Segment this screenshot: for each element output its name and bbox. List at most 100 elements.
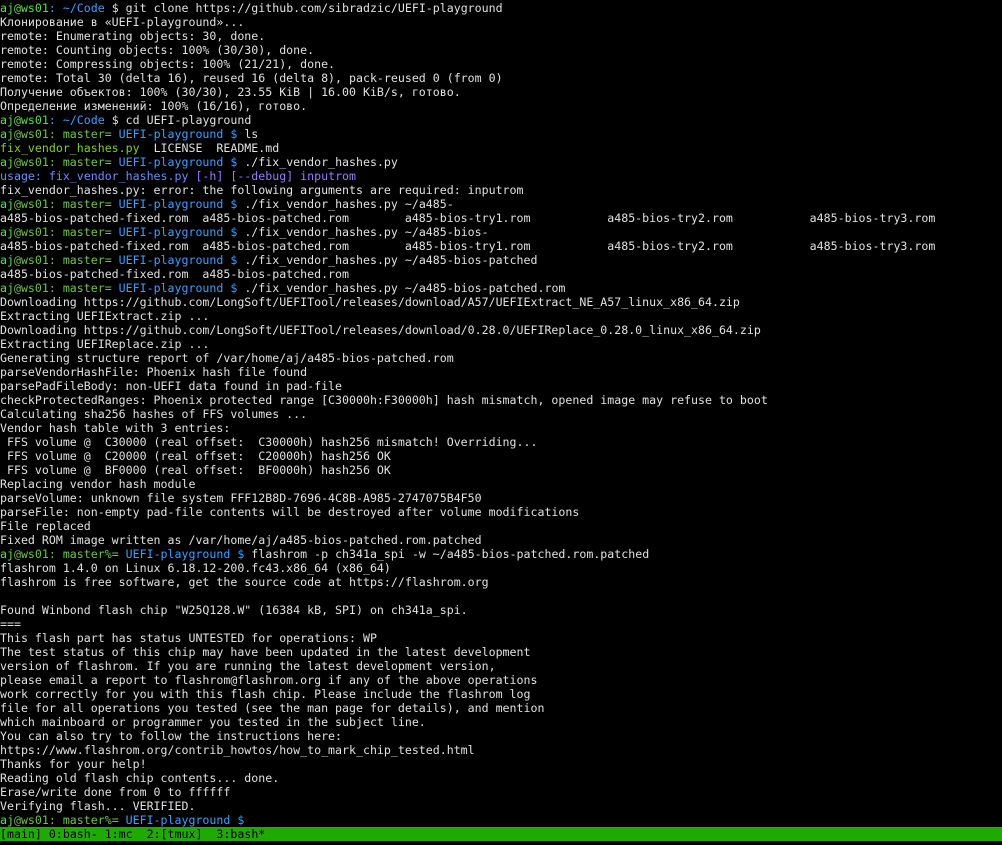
terminal-text-segment: usage: fix_vendor_hashes.py (0, 169, 196, 183)
terminal-line: aj@ws01: master%= UEFI-playground $ (0, 813, 1002, 827)
terminal-text-segment: @ws01: master= (13, 281, 119, 295)
terminal-text-segment: work correctly for you with this flash c… (0, 687, 531, 701)
terminal-line: Replacing vendor hash module (0, 477, 1002, 491)
terminal-text-segment: Extracting UEFIExtract.zip ... (0, 309, 210, 323)
terminal-line: fix_vendor_hashes.py LICENSE README.md (0, 141, 1002, 155)
terminal-text-segment: parseVolume: unknown file system FFF12B8… (0, 491, 482, 505)
terminal-line: flashrom is free software, get the sourc… (0, 575, 1002, 589)
terminal-line: parseVolume: unknown file system FFF12B8… (0, 491, 1002, 505)
terminal-text-segment: please email a report to flashrom@flashr… (0, 673, 538, 687)
terminal-text-segment: @ws01: master= (13, 127, 119, 141)
terminal-text-segment: Extracting UEFIReplace.zip ... (0, 337, 210, 351)
terminal-text-segment: aj (0, 225, 14, 239)
terminal-text-segment: flashrom -p ch341a_spi -w ~/a485-bios-pa… (244, 547, 650, 561)
terminal-text-segment: Vendor hash table with 3 entries: (0, 421, 231, 435)
terminal-line: remote: Total 30 (delta 16), reused 16 (… (0, 71, 1002, 85)
terminal-line: You can also try to follow the instructi… (0, 729, 1002, 743)
terminal-text-segment: Downloading https://github.com/LongSoft/… (0, 295, 740, 309)
terminal-line: Extracting UEFIReplace.zip ... (0, 337, 1002, 351)
terminal-line: please email a report to flashrom@flashr… (0, 673, 1002, 687)
tmux-window-3[interactable]: 3:bash* (216, 827, 265, 841)
terminal-line: Определение изменений: 100% (16/16), гот… (0, 99, 1002, 113)
terminal-text-segment: which mainboard or programmer you tested… (0, 715, 426, 729)
terminal-line: aj@ws01: master= UEFI-playground $ ./fix… (0, 281, 1002, 295)
terminal-text-segment: Calculating sha256 hashes of FFS volumes… (0, 407, 308, 421)
terminal-text-segment: fix_vendor_hashes.py (0, 141, 140, 155)
terminal-text-segment: parseFile: non-empty pad-file contents w… (0, 505, 580, 519)
terminal-output[interactable]: aj@ws01: ~/Code $ git clone https://gith… (0, 1, 1002, 827)
terminal-text-segment: file for all operations you tested (see … (0, 701, 545, 715)
terminal-line: Found Winbond flash chip "W25Q128.W" (16… (0, 603, 1002, 617)
terminal-text-segment: aj (0, 155, 14, 169)
terminal-text-segment: aj (0, 197, 14, 211)
terminal-line: Reading old flash chip contents... done. (0, 771, 1002, 785)
terminal-line: a485-bios-patched-fixed.rom a485-bios-pa… (0, 211, 1002, 225)
terminal-line: Downloading https://github.com/LongSoft/… (0, 323, 1002, 337)
terminal-line: Клонирование в «UEFI-playground»... (0, 15, 1002, 29)
terminal-text-segment: ./fix_vendor_hashes.py ~/a485-bios-patch… (237, 253, 538, 267)
terminal-line: FFS volume @ BF0000 (real offset: BF0000… (0, 463, 1002, 477)
terminal-text-segment: $ cd UEFI-playground (104, 113, 252, 127)
terminal-line: fix_vendor_hashes.py: error: the followi… (0, 183, 1002, 197)
terminal-line: This flash part has status UNTESTED for … (0, 631, 1002, 645)
terminal-text-segment: UEFI-playground $ (118, 197, 238, 211)
terminal-text-segment: @ws01: master= (13, 253, 119, 267)
terminal-line: Fixed ROM image written as /var/home/aj/… (0, 533, 1002, 547)
terminal-text-segment: parsePadFileBody: non-UEFI data found in… (0, 379, 343, 393)
terminal-line: a485-bios-patched-fixed.rom a485-bios-pa… (0, 239, 1002, 253)
tmux-session-name: [main] (0, 827, 49, 841)
terminal-line: file for all operations you tested (see … (0, 701, 1002, 715)
terminal-line: FFS volume @ C20000 (real offset: C20000… (0, 449, 1002, 463)
terminal-text-segment: UEFI-playground $ (118, 127, 238, 141)
terminal-line: Thanks for your help! (0, 757, 1002, 771)
terminal-text-segment: : ~/Code (48, 1, 105, 15)
terminal-line: aj@ws01: master= UEFI-playground $ ./fix… (0, 155, 1002, 169)
terminal-text-segment: FFS volume @ C30000 (real offset: C30000… (0, 435, 538, 449)
terminal-text-segment: Клонирование в «UEFI-playground»... (0, 15, 245, 29)
terminal-text-segment: ./fix_vendor_hashes.py ~/a485-bios- (237, 225, 489, 239)
terminal-line: https://www.flashrom.org/contrib_howtos/… (0, 743, 1002, 757)
terminal-text-segment: aj (0, 253, 14, 267)
terminal-text-segment: version of flashrom. If you are running … (0, 659, 496, 673)
terminal-line: Calculating sha256 hashes of FFS volumes… (0, 407, 1002, 421)
terminal-line: usage: fix_vendor_hashes.py [-h] [--debu… (0, 169, 1002, 183)
terminal-line: remote: Compressing objects: 100% (21/21… (0, 57, 1002, 71)
terminal-line: which mainboard or programmer you tested… (0, 715, 1002, 729)
tmux-window-1[interactable]: 1:mc (105, 827, 147, 841)
terminal-text-segment: Fixed ROM image written as /var/home/aj/… (0, 533, 482, 547)
terminal-text-segment: remote: Counting objects: 100% (30/30), … (0, 43, 315, 57)
terminal-text-segment: aj (0, 1, 14, 15)
terminal-line: a485-bios-patched-fixed.rom a485-bios-pa… (0, 267, 1002, 281)
terminal-line: File replaced (0, 519, 1002, 533)
terminal-text-segment: This flash part has status UNTESTED for … (0, 631, 377, 645)
terminal-line: aj@ws01: master= UEFI-playground $ ls (0, 127, 1002, 141)
terminal-text-segment: UEFI-playground $ (125, 547, 245, 561)
terminal-line: Verifying flash... VERIFIED. (0, 799, 1002, 813)
terminal-text-segment: === (0, 617, 21, 631)
terminal-text-segment: flashrom 1.4.0 on Linux 6.18.12-200.fc43… (0, 561, 391, 575)
terminal-line: parseFile: non-empty pad-file contents w… (0, 505, 1002, 519)
terminal-text-segment: [--debug] (230, 169, 301, 183)
terminal-text-segment: ./fix_vendor_hashes.py (237, 155, 398, 169)
terminal-text-segment: ./fix_vendor_hashes.py ~/a485-bios-patch… (237, 281, 566, 295)
terminal-text-segment: : ~/Code (48, 113, 105, 127)
terminal-text-segment: aj (0, 813, 14, 827)
terminal-text-segment: Получение объектов: 100% (30/30), 23.55 … (0, 85, 461, 99)
terminal-text-segment: @ws01: master%= (13, 547, 126, 561)
terminal-line: work correctly for you with this flash c… (0, 687, 1002, 701)
tmux-window-2[interactable]: 2:[tmux] (147, 827, 217, 841)
terminal-line: aj@ws01: ~/Code $ cd UEFI-playground (0, 113, 1002, 127)
terminal-text-segment: File replaced (0, 519, 91, 533)
tmux-window-0[interactable]: 0:bash- (49, 827, 105, 841)
terminal-text-segment: https://www.flashrom.org/contrib_howtos/… (0, 743, 475, 757)
terminal-text-segment: Определение изменений: 100% (16/16), гот… (0, 99, 308, 113)
terminal-text-segment: ./fix_vendor_hashes.py ~/a485- (237, 197, 454, 211)
terminal-line: Получение объектов: 100% (30/30), 23.55 … (0, 85, 1002, 99)
terminal-text-segment: a485-bios-patched-fixed.rom a485-bios-pa… (0, 267, 350, 281)
terminal-line: The test status of this chip may have be… (0, 645, 1002, 659)
terminal-text-segment: Reading old flash chip contents... done. (0, 771, 280, 785)
terminal-line: === (0, 617, 1002, 631)
terminal-line: checkProtectedRanges: Phoenix protected … (0, 393, 1002, 407)
terminal-line: Extracting UEFIExtract.zip ... (0, 309, 1002, 323)
